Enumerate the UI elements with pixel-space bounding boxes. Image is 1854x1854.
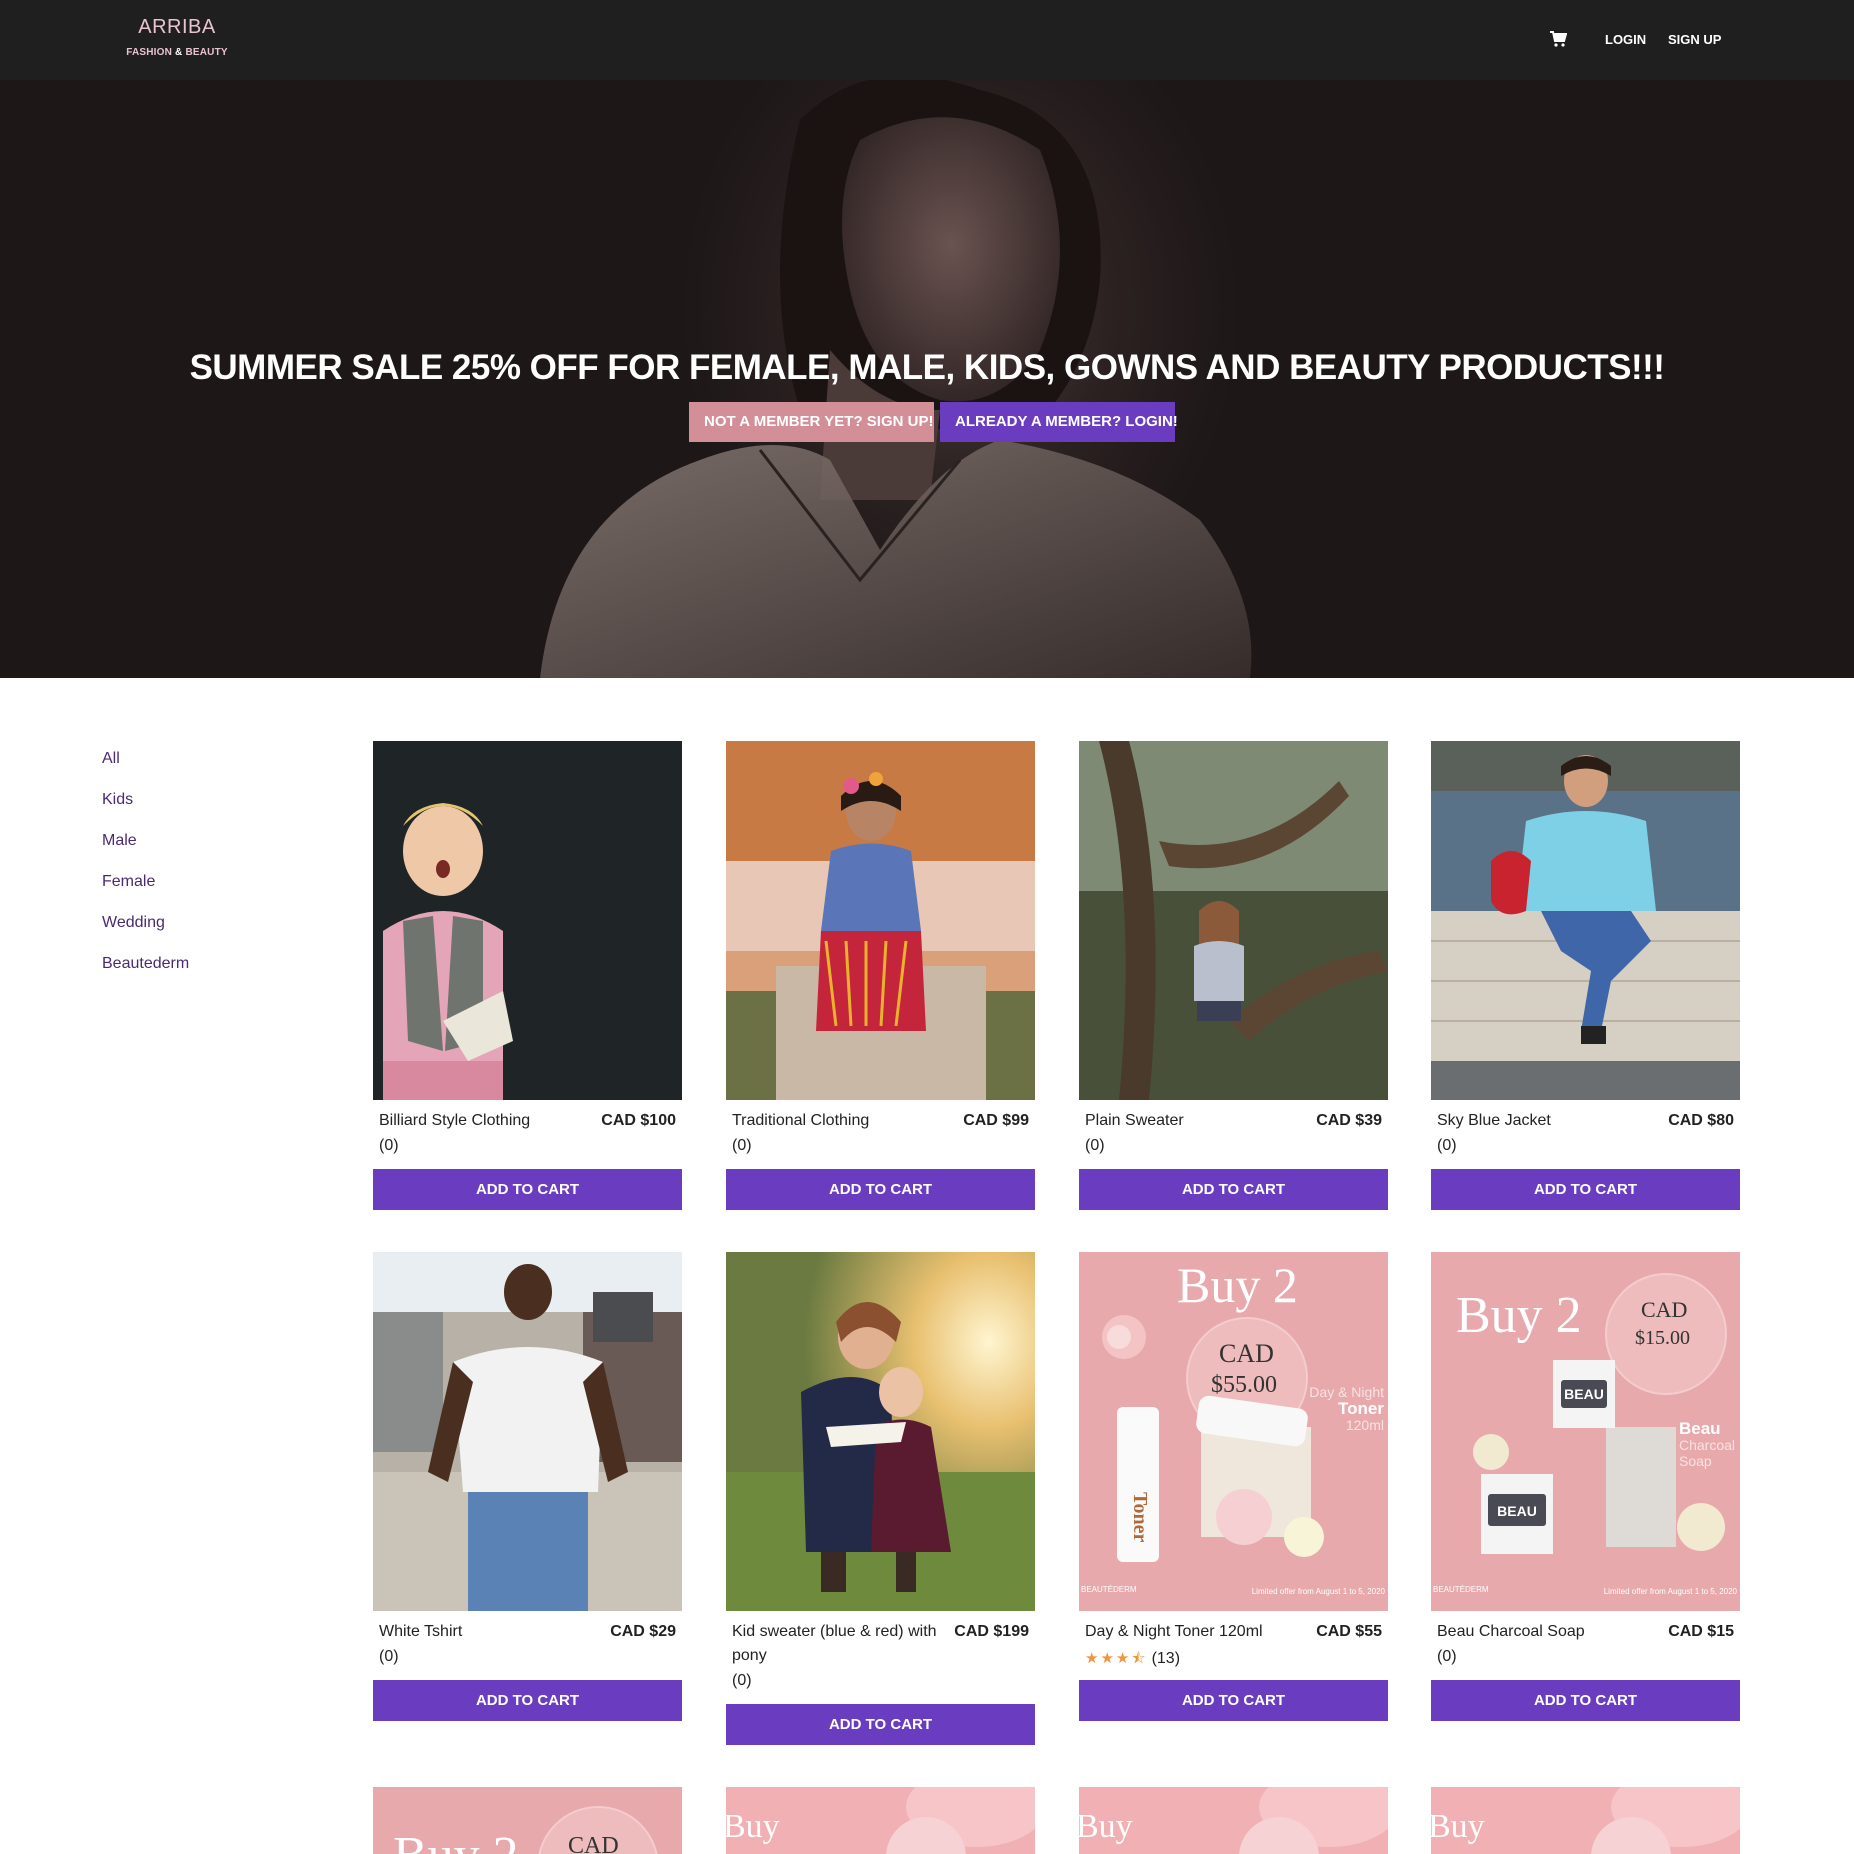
promo-buy-text: Buy bbox=[1079, 1808, 1133, 1845]
category-kids[interactable]: Kids bbox=[102, 791, 302, 832]
promo-footer: Limited offer from August 1 to 5, 2020 bbox=[1604, 1587, 1738, 1596]
category-female[interactable]: Female bbox=[102, 873, 302, 914]
product-price: CAD $99 bbox=[963, 1112, 1029, 1129]
cart-icon[interactable] bbox=[1549, 30, 1568, 48]
product-image[interactable] bbox=[726, 741, 1035, 1100]
rating-stars-icon: ★★★⯪ bbox=[1085, 1650, 1148, 1667]
category-beautederm[interactable]: Beautederm bbox=[102, 955, 302, 996]
promo-brand: BEAUTÉDERM bbox=[1081, 1585, 1137, 1594]
brand-name: ARRIBA bbox=[138, 16, 216, 38]
tagline-beauty: BEAUTY bbox=[185, 47, 228, 58]
review-count: (0) bbox=[1437, 1137, 1457, 1154]
add-to-cart-button[interactable]: ADD TO CART bbox=[1079, 1169, 1388, 1210]
promo-box-label: BEAU bbox=[1564, 1386, 1604, 1402]
product-image[interactable] bbox=[1431, 741, 1740, 1100]
promo-cad-text: CAD bbox=[568, 1833, 619, 1854]
add-to-cart-button[interactable]: ADD TO CART bbox=[1431, 1169, 1740, 1210]
promo-buy-text: Buy bbox=[726, 1808, 780, 1845]
product-price: CAD $29 bbox=[610, 1623, 676, 1640]
nav-login-link[interactable]: LOGIN bbox=[1605, 32, 1646, 47]
product-name[interactable]: Kid sweater (blue & red) with pony bbox=[732, 1620, 947, 1668]
product-name[interactable]: White Tshirt bbox=[379, 1620, 594, 1644]
product-price: CAD $80 bbox=[1668, 1112, 1734, 1129]
nav-signup-link[interactable]: SIGN UP bbox=[1668, 32, 1721, 47]
svg-text:Toner: Toner bbox=[1129, 1492, 1151, 1543]
promo-line1: Day & Night bbox=[1309, 1384, 1384, 1400]
brand-tagline: FASHION & BEAUTY bbox=[122, 47, 232, 58]
product-name[interactable]: Plain Sweater bbox=[1085, 1109, 1300, 1133]
product-image[interactable] bbox=[373, 741, 682, 1100]
promo-price-text: $15.00 bbox=[1635, 1327, 1690, 1349]
promo-price-text: $55.00 bbox=[1211, 1372, 1277, 1398]
add-to-cart-button[interactable]: ADD TO CART bbox=[1431, 1680, 1740, 1721]
product-price: CAD $15 bbox=[1668, 1623, 1734, 1640]
add-to-cart-button[interactable]: ADD TO CART bbox=[726, 1169, 1035, 1210]
promo-buy-text: Buy bbox=[1431, 1808, 1485, 1845]
product-name[interactable]: Beau Charcoal Soap bbox=[1437, 1620, 1652, 1644]
product-image[interactable]: Buy bbox=[1079, 1787, 1388, 1854]
product-name[interactable]: Day & Night Toner 120ml bbox=[1085, 1620, 1300, 1644]
category-wedding[interactable]: Wedding bbox=[102, 914, 302, 955]
product-image[interactable] bbox=[373, 1252, 682, 1611]
product-rating: ★★★⯪ (13) bbox=[1085, 1648, 1180, 1673]
product-price: CAD $39 bbox=[1316, 1112, 1382, 1129]
promo-line2: Charcoal bbox=[1679, 1437, 1735, 1453]
product-price: CAD $55 bbox=[1316, 1623, 1382, 1640]
product-image[interactable] bbox=[726, 1252, 1035, 1611]
add-to-cart-button[interactable]: ADD TO CART bbox=[726, 1704, 1035, 1745]
category-all[interactable]: All bbox=[102, 750, 302, 791]
promo-line2: Toner bbox=[1338, 1399, 1384, 1418]
review-count: (0) bbox=[379, 1648, 399, 1665]
hero-signup-button[interactable]: NOT A MEMBER YET? SIGN UP! bbox=[689, 402, 934, 442]
review-count: (0) bbox=[732, 1137, 752, 1154]
tagline-amp: & bbox=[175, 47, 183, 58]
promo-buy-text: Buy 2 bbox=[393, 1827, 519, 1854]
product-image[interactable] bbox=[1079, 741, 1388, 1100]
review-count: (0) bbox=[379, 1137, 399, 1154]
product-image[interactable]: Buy bbox=[1431, 1787, 1740, 1854]
brand-logo[interactable]: ARRIBA FASHION & BEAUTY bbox=[122, 16, 232, 58]
promo-cad-text: CAD bbox=[1641, 1297, 1687, 1322]
product-price: CAD $100 bbox=[601, 1112, 676, 1129]
hero-title: SUMMER SALE 25% OFF FOR FEMALE, MALE, KI… bbox=[189, 348, 1665, 387]
promo-line3: 120ml bbox=[1346, 1417, 1384, 1433]
hero-login-button[interactable]: ALREADY A MEMBER? LOGIN! bbox=[940, 402, 1178, 442]
tagline-fashion: FASHION bbox=[126, 47, 173, 58]
product-name[interactable]: Billiard Style Clothing bbox=[379, 1109, 594, 1133]
review-count: (0) bbox=[1085, 1137, 1105, 1154]
add-to-cart-button[interactable]: ADD TO CART bbox=[373, 1169, 682, 1210]
promo-buy-text: Buy 2 bbox=[1177, 1257, 1298, 1313]
product-image[interactable]: Buy 2 CAD bbox=[373, 1787, 682, 1854]
promo-line3: Soap bbox=[1679, 1453, 1712, 1469]
promo-brand: BEAUTÉDERM bbox=[1433, 1585, 1489, 1594]
product-image[interactable]: Buy 2 CAD $15.00 Beau Charcoal Soap BEAU… bbox=[1431, 1252, 1740, 1611]
category-sidebar: All Kids Male Female Wedding Beautederm bbox=[102, 750, 302, 996]
category-male[interactable]: Male bbox=[102, 832, 302, 873]
product-name[interactable]: Traditional Clothing bbox=[732, 1109, 947, 1133]
promo-footer: Limited offer from August 1 to 5, 2020 bbox=[1252, 1587, 1386, 1596]
promo-buy-text: Buy 2 bbox=[1456, 1287, 1582, 1344]
promo-cad-text: CAD bbox=[1219, 1339, 1274, 1368]
promo-line1: Beau bbox=[1679, 1419, 1721, 1438]
review-count: (0) bbox=[1437, 1648, 1457, 1665]
review-count: (13) bbox=[1151, 1650, 1181, 1667]
review-count: (0) bbox=[732, 1672, 752, 1689]
product-price: CAD $199 bbox=[954, 1623, 1029, 1640]
add-to-cart-button[interactable]: ADD TO CART bbox=[1079, 1680, 1388, 1721]
add-to-cart-button[interactable]: ADD TO CART bbox=[373, 1680, 682, 1721]
product-name[interactable]: Sky Blue Jacket bbox=[1437, 1109, 1652, 1133]
product-image[interactable]: Buy 2 CAD $55.00 Day & Night Toner 120ml… bbox=[1079, 1252, 1388, 1611]
product-image[interactable]: Buy bbox=[726, 1787, 1035, 1854]
promo-box-label: BEAU bbox=[1497, 1503, 1537, 1519]
hero-banner: SUMMER SALE 25% OFF FOR FEMALE, MALE, KI… bbox=[0, 80, 1854, 678]
navbar: ARRIBA FASHION & BEAUTY LOGIN SIGN UP bbox=[0, 0, 1854, 80]
